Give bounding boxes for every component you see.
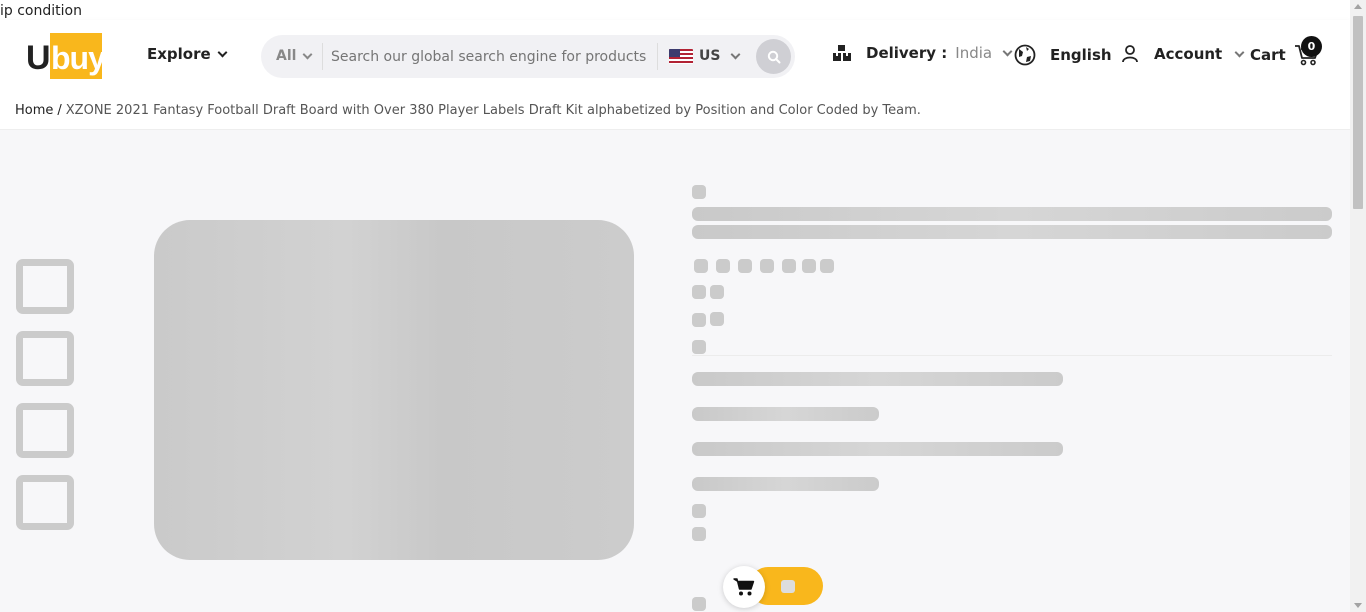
main-image-placeholder	[154, 220, 634, 560]
chevron-down-icon	[302, 49, 313, 59]
skeleton-block	[781, 580, 795, 593]
account-menu[interactable]: Account	[1120, 44, 1245, 64]
breadcrumb-home-link[interactable]: Home	[15, 103, 53, 118]
thumbnail-placeholder[interactable]	[16, 475, 74, 530]
page-scrollbar[interactable]	[1350, 0, 1366, 612]
thumbnail-placeholder[interactable]	[16, 331, 74, 386]
cart-icon	[733, 578, 755, 596]
cart-label: Cart	[1250, 46, 1286, 64]
skeleton-line	[692, 442, 1063, 456]
delivery-selector[interactable]: Delivery : India	[832, 44, 1013, 62]
globe-icon	[1014, 44, 1036, 66]
search-bar: All US	[261, 35, 795, 78]
top-note-text: ip condition	[0, 0, 1350, 20]
skeleton-title-line	[692, 225, 1332, 239]
skeleton-block	[692, 185, 706, 199]
breadcrumb-current: XZONE 2021 Fantasy Football Draft Board …	[65, 103, 921, 118]
chevron-down-icon	[1002, 46, 1013, 56]
thumbnail-placeholder[interactable]	[16, 259, 74, 314]
breadcrumb: Home / XZONE 2021 Fantasy Football Draft B…	[0, 92, 1350, 130]
skeleton-line	[692, 477, 879, 491]
user-icon	[1122, 45, 1138, 63]
chevron-down-icon	[217, 47, 228, 57]
explore-menu[interactable]: Explore	[147, 45, 228, 63]
chevron-down-icon	[731, 49, 741, 59]
cart-count-badge: 0	[1301, 36, 1322, 57]
skeleton-star	[782, 259, 796, 273]
skeleton-line	[692, 372, 1063, 386]
skeleton-block	[692, 527, 706, 541]
skeleton-star	[694, 259, 708, 273]
thumbnail-placeholder[interactable]	[16, 403, 74, 458]
skeleton-title-line	[692, 207, 1332, 221]
skeleton-line	[692, 407, 879, 421]
skeleton-block	[710, 312, 724, 326]
boxes-icon	[833, 45, 851, 61]
floating-cart-circle	[723, 566, 765, 608]
skeleton-block	[692, 340, 706, 354]
skeleton-star	[820, 259, 834, 273]
skeleton-block	[710, 285, 724, 299]
delivery-country: India	[955, 44, 993, 62]
skeleton-block	[692, 504, 706, 518]
skeleton-star	[738, 259, 752, 273]
account-label: Account	[1154, 45, 1223, 63]
search-divider	[657, 43, 658, 70]
us-flag-icon	[669, 48, 693, 64]
search-icon	[767, 50, 780, 63]
store-country-select[interactable]: US	[669, 48, 741, 64]
scrollbar-thumb[interactable]	[1353, 16, 1363, 209]
site-header: U buy Explore All US	[0, 20, 1350, 92]
store-country-code: US	[699, 48, 721, 64]
skeleton-block	[692, 313, 706, 327]
floating-cart-button[interactable]	[723, 566, 823, 608]
search-input[interactable]	[331, 45, 651, 69]
skeleton-star	[716, 259, 730, 273]
delivery-label: Delivery :	[866, 44, 948, 62]
search-category-value: All	[276, 48, 297, 64]
logo-word: buy	[51, 40, 106, 76]
search-divider	[322, 43, 323, 70]
explore-label: Explore	[147, 45, 211, 63]
search-button[interactable]	[756, 39, 791, 74]
divider	[692, 355, 1332, 356]
scroll-down-arrow-icon[interactable]	[1354, 603, 1362, 608]
skeleton-block	[692, 597, 706, 611]
scroll-up-arrow-icon[interactable]	[1354, 4, 1362, 9]
language-label: English	[1050, 46, 1112, 64]
logo-letter: U	[26, 39, 51, 77]
language-selector[interactable]: English	[1014, 44, 1112, 66]
skeleton-star	[802, 259, 816, 273]
skeleton-star	[760, 259, 774, 273]
search-category-select[interactable]: All	[276, 48, 313, 64]
chevron-down-icon	[1234, 47, 1245, 57]
breadcrumb-separator: /	[57, 103, 62, 118]
skeleton-block	[692, 285, 706, 299]
ubuy-logo[interactable]: U buy	[26, 33, 106, 79]
